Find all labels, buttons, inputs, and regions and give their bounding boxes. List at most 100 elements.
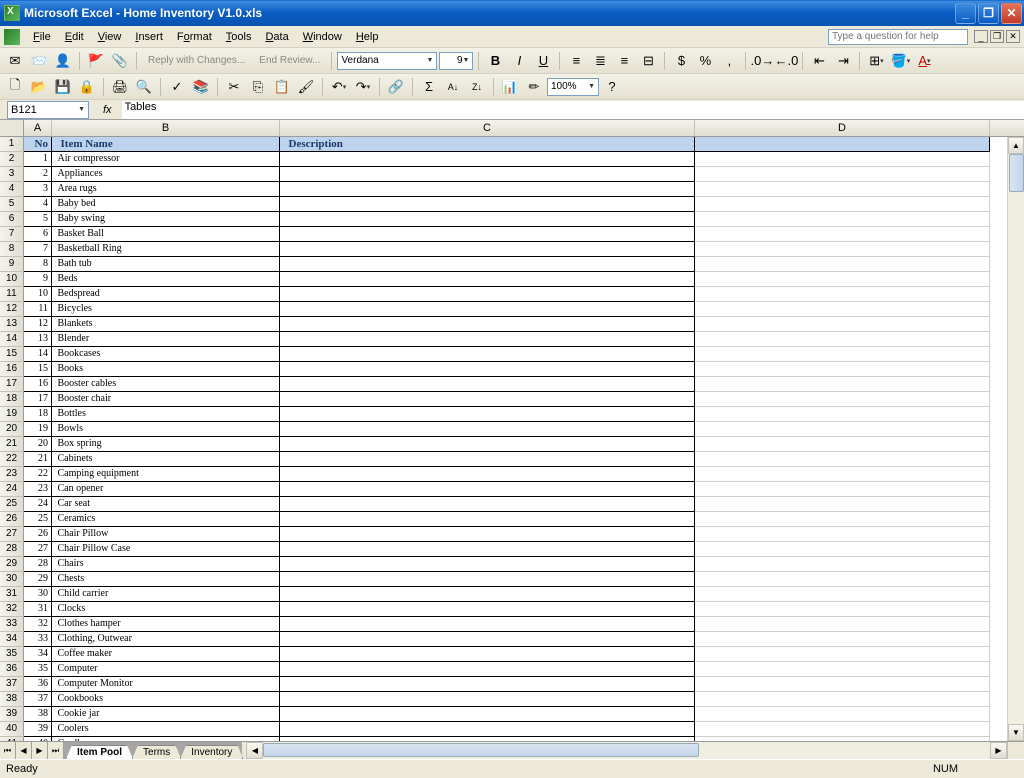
hscroll-right-button[interactable]: ▶ (990, 742, 1007, 759)
row-header[interactable]: 23 (0, 467, 24, 482)
cell[interactable]: 9 (24, 272, 52, 287)
cell[interactable] (695, 227, 990, 242)
column-header-d[interactable]: D (695, 120, 990, 136)
cell[interactable]: Car seat (52, 497, 280, 512)
cell[interactable]: Chairs (52, 557, 280, 572)
cell[interactable]: Basketball Ring (52, 242, 280, 257)
cell[interactable] (280, 437, 695, 452)
cell[interactable]: 33 (24, 632, 52, 647)
cell[interactable] (695, 422, 990, 437)
cell[interactable]: 27 (24, 542, 52, 557)
cell[interactable]: Booster cables (52, 377, 280, 392)
cell[interactable]: 8 (24, 257, 52, 272)
close-button[interactable]: ✕ (1001, 3, 1022, 24)
copy-button[interactable]: ⎘ (247, 76, 269, 98)
cell[interactable] (280, 467, 695, 482)
cell[interactable]: Computer Monitor (52, 677, 280, 692)
cell[interactable]: Clothing, Outwear (52, 632, 280, 647)
menu-insert[interactable]: Insert (128, 29, 170, 45)
cell[interactable] (280, 212, 695, 227)
cell[interactable]: Box spring (52, 437, 280, 452)
cell[interactable]: Baby bed (52, 197, 280, 212)
cell[interactable]: Blankets (52, 317, 280, 332)
cell[interactable] (280, 482, 695, 497)
cell[interactable]: Cradle (52, 737, 280, 741)
sheet-tab[interactable]: Terms (132, 745, 181, 759)
cell[interactable]: 1 (24, 152, 52, 167)
cell[interactable] (695, 182, 990, 197)
cell[interactable]: Booster chair (52, 392, 280, 407)
cell[interactable] (695, 542, 990, 557)
currency-button[interactable]: $ (670, 50, 692, 72)
end-review-button[interactable]: End Review... (253, 50, 326, 72)
menu-file[interactable]: File (26, 29, 58, 45)
cell[interactable]: Air compressor (52, 152, 280, 167)
scroll-thumb[interactable] (1009, 154, 1024, 192)
cell[interactable] (695, 467, 990, 482)
redo-button[interactable]: ↷▾ (352, 76, 374, 98)
cell[interactable] (280, 512, 695, 527)
cell[interactable] (695, 722, 990, 737)
cell[interactable]: Child carrier (52, 587, 280, 602)
help-search-input[interactable] (828, 29, 968, 45)
cell[interactable] (695, 152, 990, 167)
cell[interactable]: Bookcases (52, 347, 280, 362)
cell[interactable] (280, 527, 695, 542)
cell[interactable] (695, 497, 990, 512)
print-preview-button[interactable]: 🔍 (133, 76, 155, 98)
row-header[interactable]: 38 (0, 692, 24, 707)
cell[interactable]: 28 (24, 557, 52, 572)
drawing-button[interactable]: ✏ (523, 76, 545, 98)
horizontal-scrollbar[interactable]: ◀ ▶ (246, 742, 1007, 759)
cell[interactable] (695, 587, 990, 602)
column-header-a[interactable]: A (24, 120, 52, 136)
cell[interactable]: Cabinets (52, 452, 280, 467)
borders-button[interactable]: ⊞▾ (865, 50, 887, 72)
cell[interactable] (695, 737, 990, 741)
undo-button[interactable]: ↶▾ (328, 76, 350, 98)
cell[interactable] (280, 722, 695, 737)
row-header[interactable]: 5 (0, 197, 24, 212)
cell[interactable] (280, 317, 695, 332)
sheet-tab[interactable]: Inventory (180, 745, 243, 759)
row-header[interactable]: 13 (0, 317, 24, 332)
cell[interactable]: 6 (24, 227, 52, 242)
reply-changes-button[interactable]: Reply with Changes... (142, 50, 251, 72)
save-button[interactable]: 💾 (52, 76, 74, 98)
cell[interactable]: Bottles (52, 407, 280, 422)
help-button[interactable]: ? (601, 76, 623, 98)
cell[interactable] (695, 242, 990, 257)
increase-decimal-button[interactable]: .0→ (751, 50, 773, 72)
menu-format[interactable]: Format (170, 29, 219, 45)
italic-button[interactable]: I (508, 50, 530, 72)
cell[interactable]: No (24, 137, 52, 152)
row-header[interactable]: 39 (0, 707, 24, 722)
row-header[interactable]: 34 (0, 632, 24, 647)
row-header[interactable]: 41 (0, 737, 24, 741)
sort-desc-button[interactable]: Z↓ (466, 76, 488, 98)
cut-button[interactable]: ✂ (223, 76, 245, 98)
cell[interactable]: 7 (24, 242, 52, 257)
sheet-tab[interactable]: Item Pool (66, 745, 133, 759)
cell[interactable]: 14 (24, 347, 52, 362)
cell[interactable]: Bedspread (52, 287, 280, 302)
hscroll-thumb[interactable] (263, 743, 699, 757)
cell[interactable] (695, 452, 990, 467)
menu-view[interactable]: View (91, 29, 129, 45)
cell[interactable]: Computer (52, 662, 280, 677)
row-header[interactable]: 26 (0, 512, 24, 527)
font-select[interactable]: Verdana▼ (337, 52, 437, 70)
row-header[interactable]: 15 (0, 347, 24, 362)
cell[interactable] (280, 542, 695, 557)
tab-last-button[interactable]: ⏭ (48, 742, 64, 759)
cell[interactable]: 26 (24, 527, 52, 542)
cell[interactable]: Blender (52, 332, 280, 347)
cell[interactable] (695, 662, 990, 677)
cell[interactable]: Clocks (52, 602, 280, 617)
increase-indent-button[interactable]: ⇥ (832, 50, 854, 72)
cell[interactable] (280, 302, 695, 317)
cell[interactable]: 17 (24, 392, 52, 407)
cell[interactable]: 24 (24, 497, 52, 512)
cell[interactable]: 37 (24, 692, 52, 707)
row-header[interactable]: 28 (0, 542, 24, 557)
